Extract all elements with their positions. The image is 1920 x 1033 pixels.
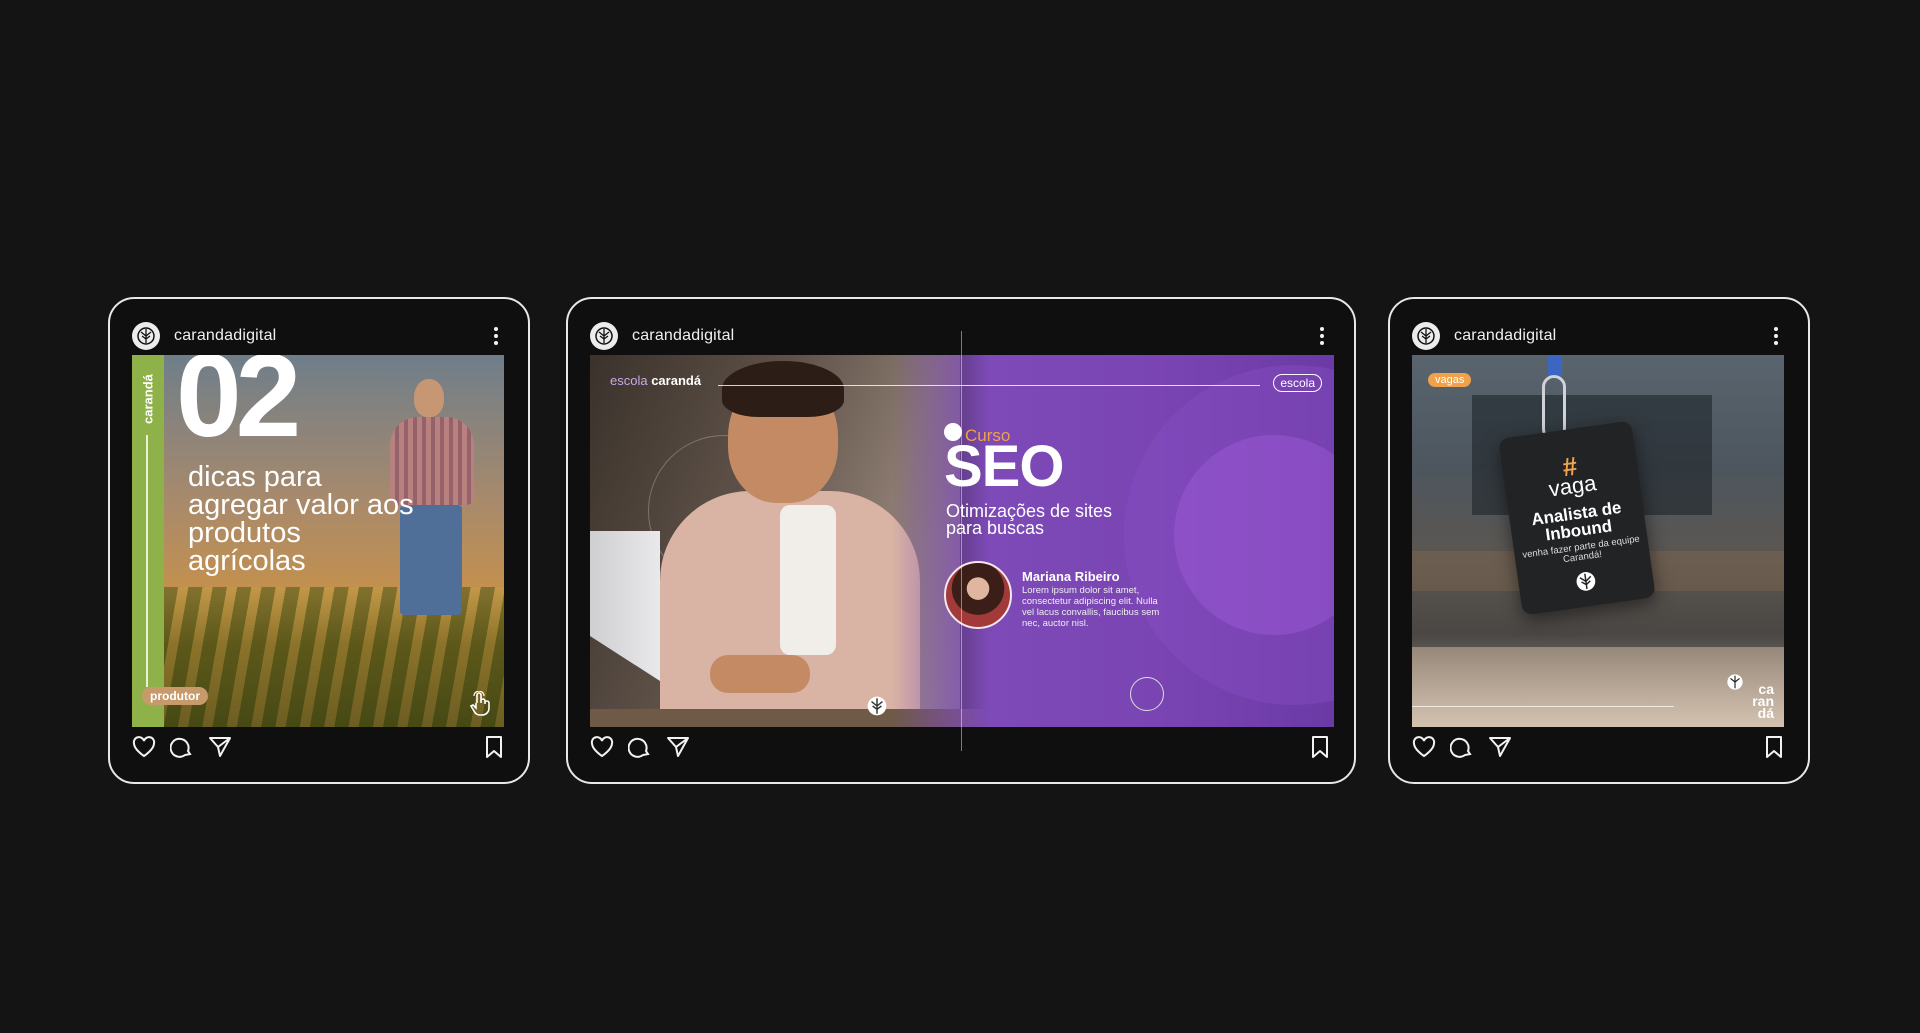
- logo-icon: [867, 696, 887, 716]
- post-image[interactable]: carandá 02 dicas para agregar valor aos …: [132, 355, 504, 727]
- share-button[interactable]: [206, 733, 234, 761]
- comment-icon: [170, 737, 192, 758]
- logo-icon: [1727, 674, 1743, 690]
- post-actions: [588, 730, 1334, 764]
- brand-vertical: carandá: [140, 374, 156, 424]
- post-card-1: carandadigital carandá 02 dicas para agr…: [108, 297, 530, 784]
- lanyard-strap: [1548, 355, 1562, 377]
- more-icon[interactable]: [486, 322, 506, 350]
- username[interactable]: carandadigital: [174, 327, 276, 345]
- logo-icon: [1576, 572, 1596, 591]
- school-name: carandá: [651, 373, 702, 388]
- save-button[interactable]: [1760, 733, 1788, 761]
- comment-icon: [628, 737, 650, 758]
- username[interactable]: carandadigital: [632, 327, 734, 345]
- logo-icon: [595, 327, 613, 345]
- avatar[interactable]: [1412, 322, 1440, 350]
- category-badge: produtor: [142, 687, 208, 705]
- comment-button[interactable]: [168, 733, 196, 761]
- post-card-2: carandadigital escola carandá escola Cur…: [566, 297, 1356, 784]
- comment-icon: [1450, 737, 1472, 758]
- sidebar-line: [146, 435, 148, 687]
- heart-icon: [590, 736, 614, 758]
- logo-icon: [137, 327, 155, 345]
- tap-icon: [469, 691, 490, 716]
- share-icon: [1489, 737, 1511, 757]
- seal-icon: [1130, 677, 1164, 711]
- bookmark-icon: [1312, 736, 1328, 758]
- purple-offset: Curso SEO Otimizações de sites para busc…: [944, 355, 1334, 727]
- school-prefix: escola: [610, 373, 648, 388]
- save-button[interactable]: [480, 733, 508, 761]
- bookmark-icon: [1766, 736, 1782, 758]
- share-icon: [667, 737, 689, 757]
- heart-icon: [1412, 736, 1436, 758]
- more-icon[interactable]: [1312, 322, 1332, 350]
- post-headline: dicas para agregar valor aos produtos ag…: [188, 461, 414, 577]
- category-badge: vagas: [1428, 373, 1472, 387]
- post-actions: [130, 730, 508, 764]
- more-icon[interactable]: [1766, 322, 1786, 350]
- heart-icon: [132, 736, 156, 758]
- divider-line: [1412, 706, 1674, 707]
- speaker-photo: [944, 561, 1012, 629]
- id-badge: # vaga Analista de Inbound venha fazer p…: [1498, 420, 1656, 616]
- username[interactable]: carandadigital: [1454, 327, 1556, 345]
- comment-button[interactable]: [626, 733, 654, 761]
- speaker-bio: Lorem ipsum dolor sit amet, consectetur …: [1022, 585, 1160, 629]
- avatar[interactable]: [132, 322, 160, 350]
- like-button[interactable]: [130, 733, 158, 761]
- post-header: carandadigital: [1412, 319, 1786, 353]
- post-image[interactable]: vagas # vaga Analista de Inbound venha f…: [1412, 355, 1784, 727]
- post-actions: [1410, 730, 1788, 764]
- share-button[interactable]: [1486, 733, 1514, 761]
- course-subtitle: Otimizações de sites para buscas: [946, 501, 1113, 538]
- comment-button[interactable]: [1448, 733, 1476, 761]
- speaker-name: Mariana Ribeiro: [1022, 569, 1120, 584]
- save-button[interactable]: [1306, 733, 1334, 761]
- post-header: carandadigital: [132, 319, 506, 353]
- post-image[interactable]: escola carandá escola Curso SEO Otimizaç…: [590, 355, 1334, 727]
- man-hand: [710, 655, 810, 693]
- like-button[interactable]: [588, 733, 616, 761]
- like-button[interactable]: [1410, 733, 1438, 761]
- logo-icon: [1417, 327, 1435, 345]
- center-guide-line: [961, 331, 962, 751]
- share-button[interactable]: [664, 733, 692, 761]
- school-label: escola carandá: [610, 373, 701, 388]
- avatar[interactable]: [590, 322, 618, 350]
- farmer-head: [414, 379, 444, 417]
- brand-stacked: ca ran dá: [1752, 682, 1774, 720]
- post-number: 02: [176, 355, 301, 462]
- bookmark-icon: [486, 736, 502, 758]
- man-hair: [722, 361, 844, 417]
- man-tshirt: [780, 505, 836, 655]
- post-card-3: carandadigital vagas # vaga Analista de …: [1388, 297, 1810, 784]
- share-icon: [209, 737, 231, 757]
